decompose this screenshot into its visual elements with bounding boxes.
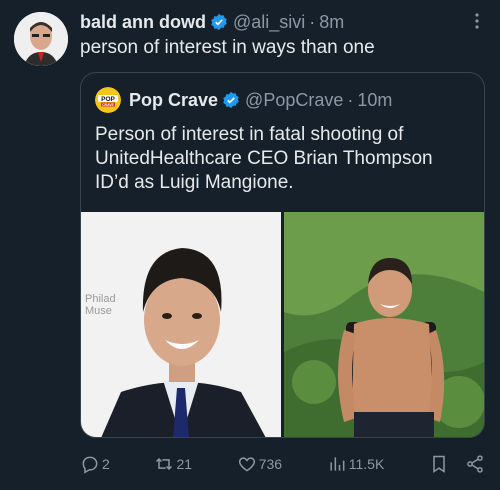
backdrop-text: Philad	[85, 293, 116, 305]
tweet[interactable]: bald ann dowd @ali_sivi · 8m person of i…	[0, 0, 500, 490]
verified-badge-icon	[211, 13, 227, 31]
heart-icon	[238, 457, 255, 472]
like-button[interactable]: 736	[237, 454, 282, 474]
quoted-author-name[interactable]: Pop Crave	[129, 90, 218, 111]
logo-text-bottom: CRAVE	[102, 103, 114, 107]
reply-count: 2	[102, 456, 110, 472]
quoted-header: POP CRAVE Pop Crave @PopCrave · 10m	[95, 87, 392, 113]
action-bar: 2 21 736 11.5K	[80, 452, 485, 476]
quoted-author-handle[interactable]: @PopCrave	[245, 90, 343, 111]
views-chart-icon	[330, 457, 345, 471]
separator: ·	[347, 89, 354, 110]
backdrop-text: Muse	[85, 305, 112, 317]
timestamp[interactable]: 8m	[319, 12, 344, 33]
avatar-image	[14, 12, 68, 66]
like-count: 736	[258, 456, 283, 472]
author-handle[interactable]: @ali_sivi	[233, 12, 305, 33]
verified-badge-icon	[223, 91, 239, 109]
popcrave-logo-avatar[interactable]: POP CRAVE	[95, 87, 121, 113]
photo-hiking[interactable]	[284, 212, 484, 437]
separator: ·	[309, 11, 316, 32]
repost-button[interactable]: 21	[154, 454, 192, 474]
bookmark-icon[interactable]	[429, 454, 449, 474]
more-options-icon[interactable]	[468, 12, 486, 30]
share-icon[interactable]	[465, 454, 485, 474]
quoted-timestamp[interactable]: 10m	[357, 90, 392, 111]
repost-icon	[156, 457, 173, 471]
author-name[interactable]: bald ann dowd	[80, 12, 206, 33]
reply-button[interactable]: 2	[80, 454, 110, 474]
avatar[interactable]	[14, 12, 68, 66]
tweet-header: bald ann dowd @ali_sivi · 8m	[80, 10, 480, 34]
photo-headshot[interactable]: Philad Muse	[81, 212, 281, 437]
views-count: 11.5K	[348, 456, 385, 472]
views-button[interactable]: 11.5K	[327, 454, 385, 474]
quoted-media: Philad Muse	[81, 212, 484, 437]
tweet-text: person of interest in ways than one	[80, 37, 375, 58]
action-bar-right	[429, 454, 485, 474]
repost-count: 21	[176, 456, 193, 472]
quoted-tweet[interactable]: POP CRAVE Pop Crave @PopCrave · 10m Pers…	[80, 72, 485, 438]
quoted-text: Person of interest in fatal shooting of …	[95, 124, 433, 193]
reply-icon	[82, 456, 98, 474]
